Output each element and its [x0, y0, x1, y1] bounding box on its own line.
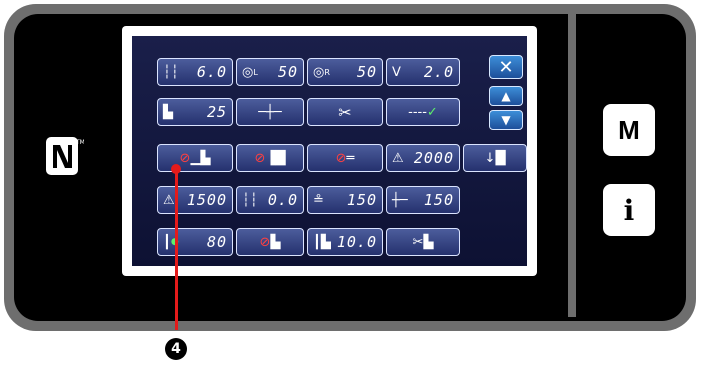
start-speed-button[interactable]: ⚠ 1500	[157, 186, 233, 214]
stitch-length-value: 6.0	[196, 63, 227, 81]
svg-text:TM: TM	[75, 139, 84, 146]
soft-start-value: 150	[346, 191, 377, 209]
needle-stop-position-icon: ─┼─	[258, 104, 282, 120]
trim-and-lift-button[interactable]: ✂▙	[386, 228, 460, 256]
needle-stop-button[interactable]: ─┼─	[236, 98, 304, 126]
presser-lift-disabled-icon: ⊘ ▙	[259, 234, 281, 250]
scroll-up-button[interactable]: ▲	[489, 86, 523, 106]
stitch-pattern-icon: ---- ✓	[408, 104, 438, 120]
feed-amount-button[interactable]: ┆┆ 0.0	[236, 186, 304, 214]
presser-foot-height-button[interactable]: ┃▙ 10.0	[307, 228, 383, 256]
left-tension-button[interactable]: ◎ L 50	[236, 58, 304, 86]
needle-speed-button[interactable]: ┼─ 150	[386, 186, 460, 214]
callout-number: 4	[165, 338, 187, 360]
presser-foot-height-value: 10.0	[336, 233, 377, 251]
scroll-down-button[interactable]: ▼	[489, 110, 523, 130]
mode-button[interactable]: M	[603, 104, 655, 156]
left-tension-icon: ◎ L	[242, 64, 258, 80]
arrow-down-icon: ▼	[501, 113, 511, 127]
soft-start-button[interactable]: ≗ 150	[307, 186, 383, 214]
start-speed-icon: ⚠	[163, 192, 175, 208]
feed-amount-value: 0.0	[267, 191, 298, 209]
max-speed-button[interactable]: ⚠ 2000	[386, 144, 460, 172]
left-tension-value: 50	[277, 63, 298, 81]
info-button[interactable]: i	[603, 184, 655, 236]
max-speed-icon: ⚠	[392, 150, 404, 166]
needle-up-down-button[interactable]: ↓█	[463, 144, 527, 172]
reverse-feed-button[interactable]: ⊘ ▐█	[236, 144, 304, 172]
close-icon: ✕	[498, 56, 514, 78]
presser-foot-height-icon: ┃▙	[313, 234, 331, 250]
thread-trimmer-icon: ✂	[338, 102, 352, 122]
presser-foot-lift-disabled-icon: ⊘ ▁▙	[179, 150, 211, 166]
bobbin-counter-value: 80	[206, 233, 227, 251]
presser-foot-pressure-value: 25	[206, 103, 227, 121]
right-tension-value: 50	[356, 63, 377, 81]
close-button[interactable]: ✕	[489, 55, 523, 79]
feed-amount-icon: ┆┆	[242, 192, 258, 208]
mode-button-label: M	[618, 114, 640, 145]
stitch-length-icon: ┆┆	[163, 64, 179, 80]
wiper-button[interactable]: ⊘ ═	[307, 144, 383, 172]
trim-and-lift-icon: ✂▙	[412, 234, 434, 250]
thread-tension-icon: ꓦ	[392, 64, 401, 80]
stitch-length-button[interactable]: ┆┆ 6.0	[157, 58, 233, 86]
soft-start-icon: ≗	[313, 192, 324, 208]
thread-tension-value: 2.0	[423, 63, 454, 81]
thread-tension-button[interactable]: ꓦ 2.0	[386, 58, 460, 86]
needle-speed-icon: ┼─	[392, 192, 408, 208]
presser-foot-pressure-button[interactable]: ▙ 25	[157, 98, 233, 126]
presser-foot-lift-button[interactable]: ⊘ ▁▙	[157, 144, 233, 172]
presser-foot-pressure-icon: ▙	[163, 104, 173, 120]
bobbin-counter-button[interactable]: ┃● 80	[157, 228, 233, 256]
callout-line	[175, 168, 178, 330]
presser-lift-button[interactable]: ⊘ ▙	[236, 228, 304, 256]
reverse-feed-disabled-icon: ⊘ ▐█	[254, 150, 286, 166]
right-tension-icon: ◎ R	[313, 64, 330, 80]
nfc-icon: TM	[44, 135, 85, 177]
wiper-disabled-icon: ⊘ ═	[335, 150, 355, 166]
right-tension-button[interactable]: ◎ R 50	[307, 58, 383, 86]
max-speed-value: 2000	[413, 149, 454, 167]
needle-speed-value: 150	[423, 191, 454, 209]
needle-up-down-icon: ↓█	[484, 150, 506, 166]
start-speed-value: 1500	[186, 191, 227, 209]
arrow-up-icon: ▲	[501, 89, 511, 103]
info-button-label: i	[623, 193, 635, 227]
panel-divider	[568, 10, 576, 317]
thread-trimmer-button[interactable]: ✂	[307, 98, 383, 126]
stitch-pattern-button[interactable]: ---- ✓	[386, 98, 460, 126]
